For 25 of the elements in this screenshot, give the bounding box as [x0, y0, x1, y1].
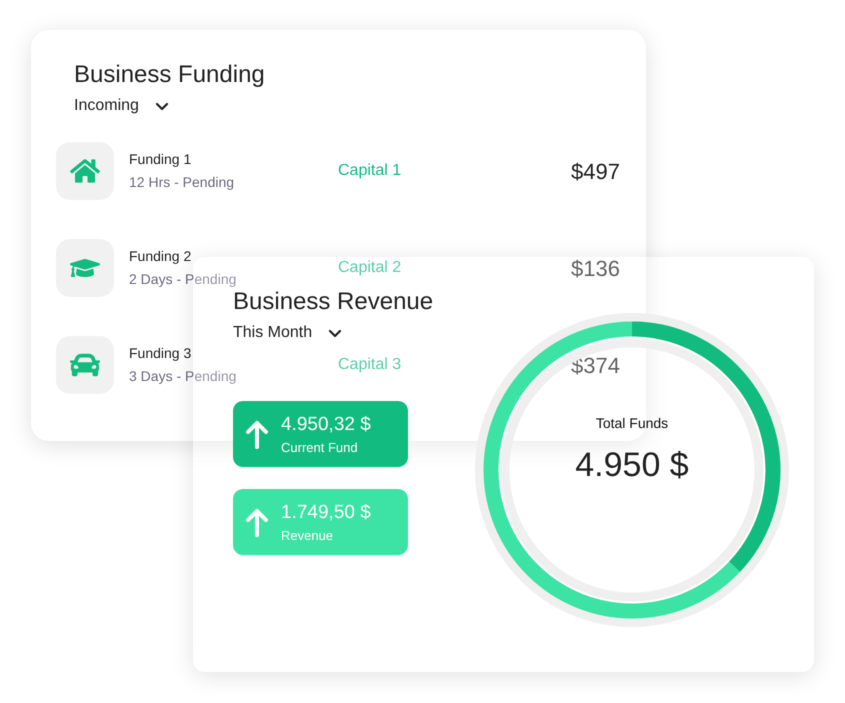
- filter-dropdown[interactable]: This Month: [233, 321, 342, 345]
- funding-name: Funding 2: [129, 247, 192, 266]
- funding-status: 3 Days - Pending: [129, 367, 238, 386]
- stat-label: Revenue: [281, 528, 334, 544]
- filter-dropdown[interactable]: Incoming: [74, 94, 169, 118]
- stat-label: Current Fund: [281, 440, 359, 456]
- capital-label: Capital 3: [338, 355, 402, 375]
- funding-status: 2 Days - Pending: [129, 270, 238, 289]
- capital-label: Capital 1: [338, 161, 402, 181]
- capital-label: Capital 2: [338, 258, 402, 278]
- card-title: Business Revenue: [233, 287, 434, 317]
- stat-value: 1.749,50 $: [281, 500, 371, 524]
- chevron-down-icon: [328, 328, 342, 338]
- arrow-up-icon: [245, 419, 269, 449]
- gauge-value: 4.950 $: [575, 445, 689, 486]
- stat-value: 4.950,32 $: [281, 412, 371, 436]
- gauge-label: Total Funds: [596, 414, 668, 433]
- chevron-down-icon: [154, 102, 169, 110]
- card-title: Business Funding: [74, 60, 266, 90]
- arrow-up-icon: [245, 507, 269, 537]
- funding-name: Funding 3: [129, 344, 192, 363]
- funding-name: Funding 1: [129, 150, 192, 169]
- funding-amount: $497: [571, 158, 620, 186]
- funding-status: 12 Hrs - Pending: [129, 173, 236, 192]
- funding-amount: $136: [571, 254, 620, 282]
